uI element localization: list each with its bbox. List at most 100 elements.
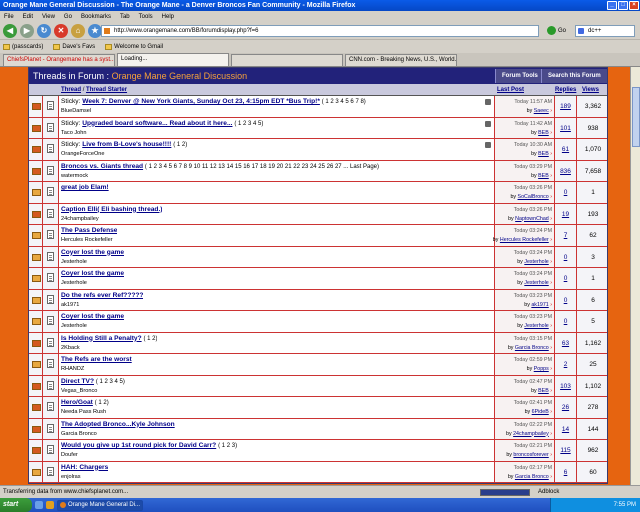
thread-starter[interactable]: Vegas_Bronco [61,388,97,394]
lastpost-user-link[interactable]: SoCalBronco [518,194,549,200]
thread-pages[interactable]: ( 1 2 3 4 5 6 7 8 9 10 11 12 13 14 15 16… [145,164,379,170]
goto-lastpost-icon[interactable]: › [550,173,552,179]
goto-lastpost-icon[interactable]: › [550,302,552,308]
replies-count[interactable]: 2 [555,361,576,368]
lastpost-user-link[interactable]: broncosforever [513,452,548,458]
lastpost-user-link[interactable]: Garcia Bronco [515,474,549,480]
replies-count[interactable]: 115 [555,447,576,454]
menu-view[interactable]: View [42,14,55,20]
thread-pages[interactable]: ( 1 2) [95,400,109,406]
replies-count[interactable]: 19 [555,211,576,218]
goto-lastpost-icon[interactable]: › [550,216,552,222]
replies-count[interactable]: 0 [555,297,576,304]
thread-title-link[interactable]: Coyer lost the game [61,313,124,320]
sort-replies-link[interactable]: Replies [555,87,576,93]
thread-starter[interactable]: OrangeForceOne [61,151,105,157]
replies-count[interactable]: 6 [555,469,576,476]
goto-lastpost-icon[interactable]: › [550,452,552,458]
replies-count[interactable]: 14 [555,426,576,433]
lastpost-user-link[interactable]: Jesterhole [524,323,548,329]
thread-pages[interactable]: ( 1 2 3 4 5) [234,121,263,127]
thread-title-link[interactable]: The Adopted Bronco...Kyle Johnson [61,421,175,428]
thread-title-link[interactable]: Is Holding Still a Penalty? [61,335,142,342]
thread-title-link[interactable]: Would you give up 1st round pick for Dav… [61,442,216,449]
lastpost-user-link[interactable]: Jesterhole [524,259,548,265]
home-icon[interactable]: ⌂ [71,23,85,38]
replies-count[interactable]: 189 [555,103,576,110]
scrollbar-thumb[interactable] [632,87,640,147]
vertical-scrollbar[interactable] [630,67,640,485]
replies-count[interactable]: 7 [555,232,576,239]
tab-chiefsplanet[interactable]: ChiefsPlanet - Orangemane has a syst... [3,54,115,66]
goto-lastpost-icon[interactable]: › [550,151,552,157]
tab-blank[interactable] [231,54,343,66]
forward-icon[interactable]: ▶ [20,23,34,38]
goto-lastpost-icon[interactable]: › [550,194,552,200]
thread-title-link[interactable]: Broncos vs. Giants thread [61,163,143,170]
thread-starter[interactable]: BlueDamsel [61,108,91,114]
go-button[interactable]: Go [547,26,566,35]
lastpost-user-link[interactable]: Saeec [534,108,549,114]
thread-starter[interactable]: watermock [61,173,88,179]
lastpost-user-link[interactable]: BEB [538,388,549,394]
close-button[interactable]: × [629,1,639,10]
thread-title-link[interactable]: Do the refs ever Ref????? [61,292,143,299]
thread-starter[interactable]: enjolras [61,474,81,480]
thread-title-link[interactable]: The Refs are the worst [61,356,132,363]
thread-starter[interactable]: Jesterhole [61,323,87,329]
bookmark-daves-favs[interactable]: Dave's Favs [53,43,95,50]
thread-title-link[interactable]: Caption Elli( Eli bashing thread.) [61,206,162,213]
thread-pages[interactable]: ( 1 2 3 4 5) [96,379,125,385]
goto-lastpost-icon[interactable]: › [550,130,552,136]
thread-pages[interactable]: ( 1 2) [143,336,157,342]
lastpost-user-link[interactable]: Popps [534,366,549,372]
goto-lastpost-icon[interactable]: › [550,388,552,394]
thread-title-link[interactable]: Direct TV? [61,378,94,385]
sort-starter-link[interactable]: Thread Starter [86,87,127,93]
bookmark-star-icon[interactable]: ★ [88,23,102,38]
bookmark-gmail[interactable]: Welcome to Gmail [105,43,163,50]
minimize-button[interactable]: _ [607,1,617,10]
thread-starter[interactable]: Hercules Rockefeller [61,237,113,243]
thread-title-link[interactable]: great job Elam! [61,184,109,191]
thread-pages[interactable]: ( 1 2) [173,142,187,148]
ie-icon[interactable] [35,501,43,509]
stop-icon[interactable]: ✕ [54,23,68,38]
goto-lastpost-icon[interactable]: › [550,108,552,114]
lastpost-user-link[interactable]: BEB [538,130,549,136]
tab-loading[interactable]: Loading... [117,53,229,66]
sort-lastpost-link[interactable]: Last Post [497,87,524,93]
replies-count[interactable]: 0 [555,189,576,196]
thread-starter[interactable]: 24champbailey [61,216,99,222]
thread-starter[interactable]: Needa Pass Rush [61,409,106,415]
replies-count[interactable]: 103 [555,383,576,390]
lastpost-user-link[interactable]: BEB [538,151,549,157]
sort-thread-link[interactable]: Thread [61,87,81,93]
thread-starter[interactable]: Doufer [61,452,78,458]
lastpost-user-link[interactable]: Garcia Bronco [515,345,549,351]
replies-count[interactable]: 63 [555,340,576,347]
thread-starter[interactable]: Garcia Bronco [61,431,97,437]
lastpost-user-link[interactable]: NaptownChad [515,216,549,222]
thread-title-link[interactable]: Coyer lost the game [61,249,124,256]
goto-lastpost-icon[interactable]: › [550,280,552,286]
back-icon[interactable]: ◀ [3,23,17,38]
replies-count[interactable]: 101 [555,125,576,132]
menu-edit[interactable]: Edit [23,14,33,20]
menu-file[interactable]: File [4,14,14,20]
goto-lastpost-icon[interactable]: › [550,259,552,265]
lastpost-user-link[interactable]: BEB [538,173,549,179]
goto-lastpost-icon[interactable]: › [550,345,552,351]
goto-lastpost-icon[interactable]: › [550,237,552,243]
sort-views-link[interactable]: Views [582,87,599,93]
menu-go[interactable]: Go [64,14,72,20]
goto-lastpost-icon[interactable]: › [550,474,552,480]
replies-count[interactable]: 0 [555,318,576,325]
search-forum-button[interactable]: Search this Forum [541,69,607,83]
lastpost-user-link[interactable]: ak1971 [531,302,548,308]
replies-count[interactable]: 0 [555,254,576,261]
thread-title-link[interactable]: Live from B-Love's house!!!! [82,141,171,148]
url-input[interactable]: http://www.orangemane.com/BB/forumdispla… [101,25,539,37]
lastpost-user-link[interactable]: 24champbailey [513,431,549,437]
thread-title-link[interactable]: Hero/Goat [61,399,93,406]
